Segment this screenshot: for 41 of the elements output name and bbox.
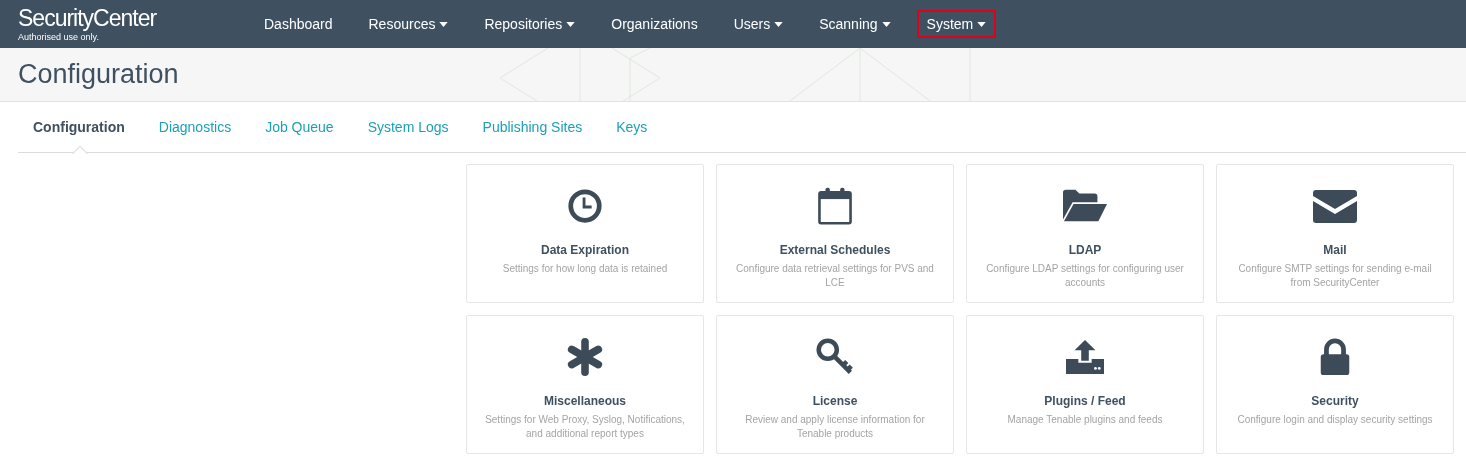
card-description: Configure login and display security settings (1236, 413, 1434, 427)
envelope-icon (1313, 187, 1357, 225)
card-description: Settings for Web Proxy, Syslog, Notifications, and additional report types (484, 413, 686, 441)
card-title: Miscellaneous (544, 394, 626, 408)
card-description: Configure SMTP settings for sending e-mail from SecurityCenter (1237, 262, 1433, 290)
nav-menu-item[interactable]: Organizations (601, 10, 708, 38)
settings-card[interactable]: Miscellaneous Settings for Web Proxy, Syslog, Notifications, and additional report types (466, 315, 704, 454)
card-description: Configure data retrieval settings for PVS and LCE (735, 262, 935, 290)
settings-card[interactable]: Plugins / Feed Manage Tenable plugins and feeds (966, 315, 1204, 454)
settings-card[interactable]: External Schedules Configure data retrieval settings for PVS and LCE (716, 164, 954, 303)
card-title: External Schedules (779, 243, 891, 257)
caret-icon (566, 21, 576, 27)
nav-menu-item[interactable]: System (916, 10, 997, 38)
card-description: Configure LDAP settings for configuring user accounts (985, 262, 1185, 290)
upload-icon (1063, 338, 1107, 376)
settings-card[interactable]: Data Expiration Settings for how long data is retained (466, 164, 704, 303)
nav-menu-item[interactable]: Dashboard (254, 10, 343, 38)
caret-icon (774, 21, 784, 27)
app-logo[interactable]: SecurityCenter (18, 5, 254, 31)
card-title: Mail (1323, 243, 1347, 257)
settings-card[interactable]: Security Configure login and display security settings (1216, 315, 1454, 454)
settings-card[interactable]: Mail Configure SMTP settings for sending e-mail from SecurityCenter (1216, 164, 1454, 303)
caret-icon (977, 21, 987, 27)
card-title: Security (1311, 394, 1359, 408)
page-title: Configuration (18, 59, 179, 90)
card-description: Review and apply license information for Tenable products (744, 413, 926, 441)
card-title: LDAP (1068, 243, 1102, 257)
card-description: Settings for how long data is retained (501, 262, 669, 276)
card-title: Data Expiration (541, 243, 629, 257)
card-title: License (812, 394, 858, 408)
nav-menu-item[interactable]: Resources (358, 10, 459, 38)
settings-card[interactable]: LDAP Configure LDAP settings for configuring user accounts (966, 164, 1204, 303)
caret-icon (439, 21, 449, 27)
nav-menu-item[interactable]: Scanning (809, 10, 901, 38)
caret-icon (881, 21, 891, 27)
card-title: Plugins / Feed (1044, 394, 1126, 408)
card-description: Manage Tenable plugins and feeds (1006, 413, 1164, 427)
tagline: Authorised use only. (18, 31, 100, 43)
nav-menu-item[interactable]: Repositories (474, 10, 586, 38)
settings-card[interactable]: License Review and apply license information for Tenable products (716, 315, 954, 454)
nav-menu-item[interactable]: Users (723, 10, 794, 38)
